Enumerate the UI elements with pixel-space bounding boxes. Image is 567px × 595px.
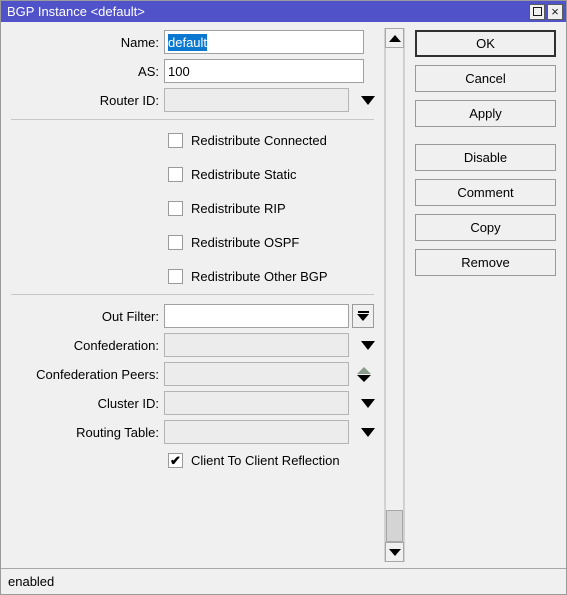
row-confederation-peers: Confederation Peers:: [1, 362, 384, 386]
name-input-value: default: [168, 33, 208, 51]
name-input[interactable]: default: [164, 30, 364, 54]
ok-button[interactable]: OK: [415, 30, 556, 57]
row-router-id: Router ID:: [1, 88, 384, 112]
separator-bottom: [11, 294, 374, 295]
cluster-id-dropdown-button[interactable]: [349, 398, 379, 408]
dropdown-bar-arrow-icon-bar: [357, 311, 369, 313]
chevron-down-icon: [361, 398, 375, 408]
redistribute-other-bgp-checkbox[interactable]: ✔: [168, 268, 183, 284]
apply-button[interactable]: Apply: [415, 100, 556, 127]
check-icon: ✔: [170, 452, 181, 468]
as-label: AS:: [138, 63, 159, 79]
row-confederation: Confederation:: [1, 333, 384, 357]
redistribute-connected-label: Redistribute Connected: [191, 132, 327, 148]
router-id-input[interactable]: [164, 88, 349, 112]
status-bar: enabled: [1, 568, 566, 594]
redistribute-static-label: Redistribute Static: [191, 166, 297, 182]
scrollbar-thumb[interactable]: [386, 510, 403, 542]
form-scrollbar[interactable]: [384, 28, 405, 562]
copy-button[interactable]: Copy: [415, 214, 556, 241]
as-input-value: 100: [168, 63, 190, 79]
checkbox-row-redistribute-other-bgp[interactable]: ✔ Redistribute Other BGP: [1, 265, 384, 287]
remove-button[interactable]: Remove: [415, 249, 556, 276]
spinner-down-icon[interactable]: [357, 374, 371, 382]
redistribute-static-checkbox[interactable]: ✔: [168, 166, 183, 182]
window-controls: ×: [529, 3, 566, 20]
chevron-down-icon: [361, 340, 375, 350]
dialog-body: Name: default AS: 100 Router ID: Redistr…: [1, 22, 566, 568]
status-text: enabled: [8, 574, 55, 589]
client-to-client-reflection-label: Client To Client Reflection: [191, 452, 340, 468]
scroll-down-arrow-icon: [388, 548, 401, 556]
row-cluster-id: Cluster ID:: [1, 391, 384, 415]
out-filter-input[interactable]: [164, 304, 349, 328]
confederation-input[interactable]: [164, 333, 349, 357]
scroll-down-button[interactable]: [385, 542, 404, 562]
scroll-up-button[interactable]: [385, 28, 404, 48]
redistribute-rip-label: Redistribute RIP: [191, 200, 286, 216]
redistribute-other-bgp-label: Redistribute Other BGP: [191, 268, 328, 284]
redistribute-connected-checkbox[interactable]: ✔: [168, 132, 183, 148]
button-panel: OK Cancel Apply Disable Comment Copy Rem…: [405, 22, 566, 568]
maximize-button[interactable]: [529, 3, 545, 20]
confederation-peers-input[interactable]: [164, 362, 349, 386]
out-filter-label: Out Filter:: [101, 308, 159, 324]
confederation-peers-spinner[interactable]: [349, 366, 379, 382]
redistribute-ospf-checkbox[interactable]: ✔: [168, 234, 183, 250]
dropdown-bar-arrow-icon: [357, 314, 369, 321]
separator-top: [11, 119, 374, 120]
row-as: AS: 100: [1, 59, 384, 83]
spinner-up-icon[interactable]: [357, 366, 371, 374]
checkbox-row-client-to-client-reflection[interactable]: ✔ Client To Client Reflection: [1, 449, 384, 471]
title-bar: BGP Instance <default> ×: [1, 1, 566, 22]
window-title: BGP Instance <default>: [7, 4, 145, 19]
client-to-client-reflection-checkbox[interactable]: ✔: [168, 452, 183, 468]
checkbox-row-redistribute-connected[interactable]: ✔ Redistribute Connected: [1, 129, 384, 151]
row-out-filter: Out Filter:: [1, 304, 384, 328]
redistribute-rip-checkbox[interactable]: ✔: [168, 200, 183, 216]
as-input[interactable]: 100: [164, 59, 364, 83]
maximize-icon: [532, 7, 542, 16]
comment-button[interactable]: Comment: [415, 179, 556, 206]
confederation-dropdown-button[interactable]: [349, 340, 379, 350]
checkbox-row-redistribute-rip[interactable]: ✔ Redistribute RIP: [1, 197, 384, 219]
confederation-label: Confederation:: [73, 337, 159, 353]
out-filter-dropdown-button[interactable]: [352, 304, 374, 328]
cancel-button[interactable]: Cancel: [415, 65, 556, 92]
routing-table-input[interactable]: [164, 420, 349, 444]
routing-table-dropdown-button[interactable]: [349, 427, 379, 437]
button-group-divider: [415, 135, 556, 144]
checkbox-row-redistribute-ospf[interactable]: ✔ Redistribute OSPF: [1, 231, 384, 253]
chevron-down-icon: [361, 95, 375, 105]
cluster-id-label: Cluster ID:: [97, 395, 159, 411]
checkbox-row-redistribute-static[interactable]: ✔ Redistribute Static: [1, 163, 384, 185]
row-name: Name: default: [1, 30, 384, 54]
form-area: Name: default AS: 100 Router ID: Redistr…: [1, 22, 384, 568]
routing-table-label: Routing Table:: [76, 424, 159, 440]
router-id-dropdown-button[interactable]: [349, 95, 379, 105]
row-routing-table: Routing Table:: [1, 420, 384, 444]
scroll-up-arrow-icon: [388, 34, 401, 42]
close-icon: ×: [551, 4, 559, 19]
scrollbar-track[interactable]: [385, 48, 404, 542]
confederation-peers-label: Confederation Peers:: [36, 366, 159, 382]
cluster-id-input[interactable]: [164, 391, 349, 415]
router-id-label: Router ID:: [99, 92, 159, 108]
close-button[interactable]: ×: [547, 3, 563, 20]
chevron-down-icon: [361, 427, 375, 437]
bgp-instance-dialog: BGP Instance <default> × Name: default A…: [0, 0, 567, 595]
redistribute-ospf-label: Redistribute OSPF: [191, 234, 300, 250]
name-label: Name:: [120, 34, 159, 50]
disable-button[interactable]: Disable: [415, 144, 556, 171]
